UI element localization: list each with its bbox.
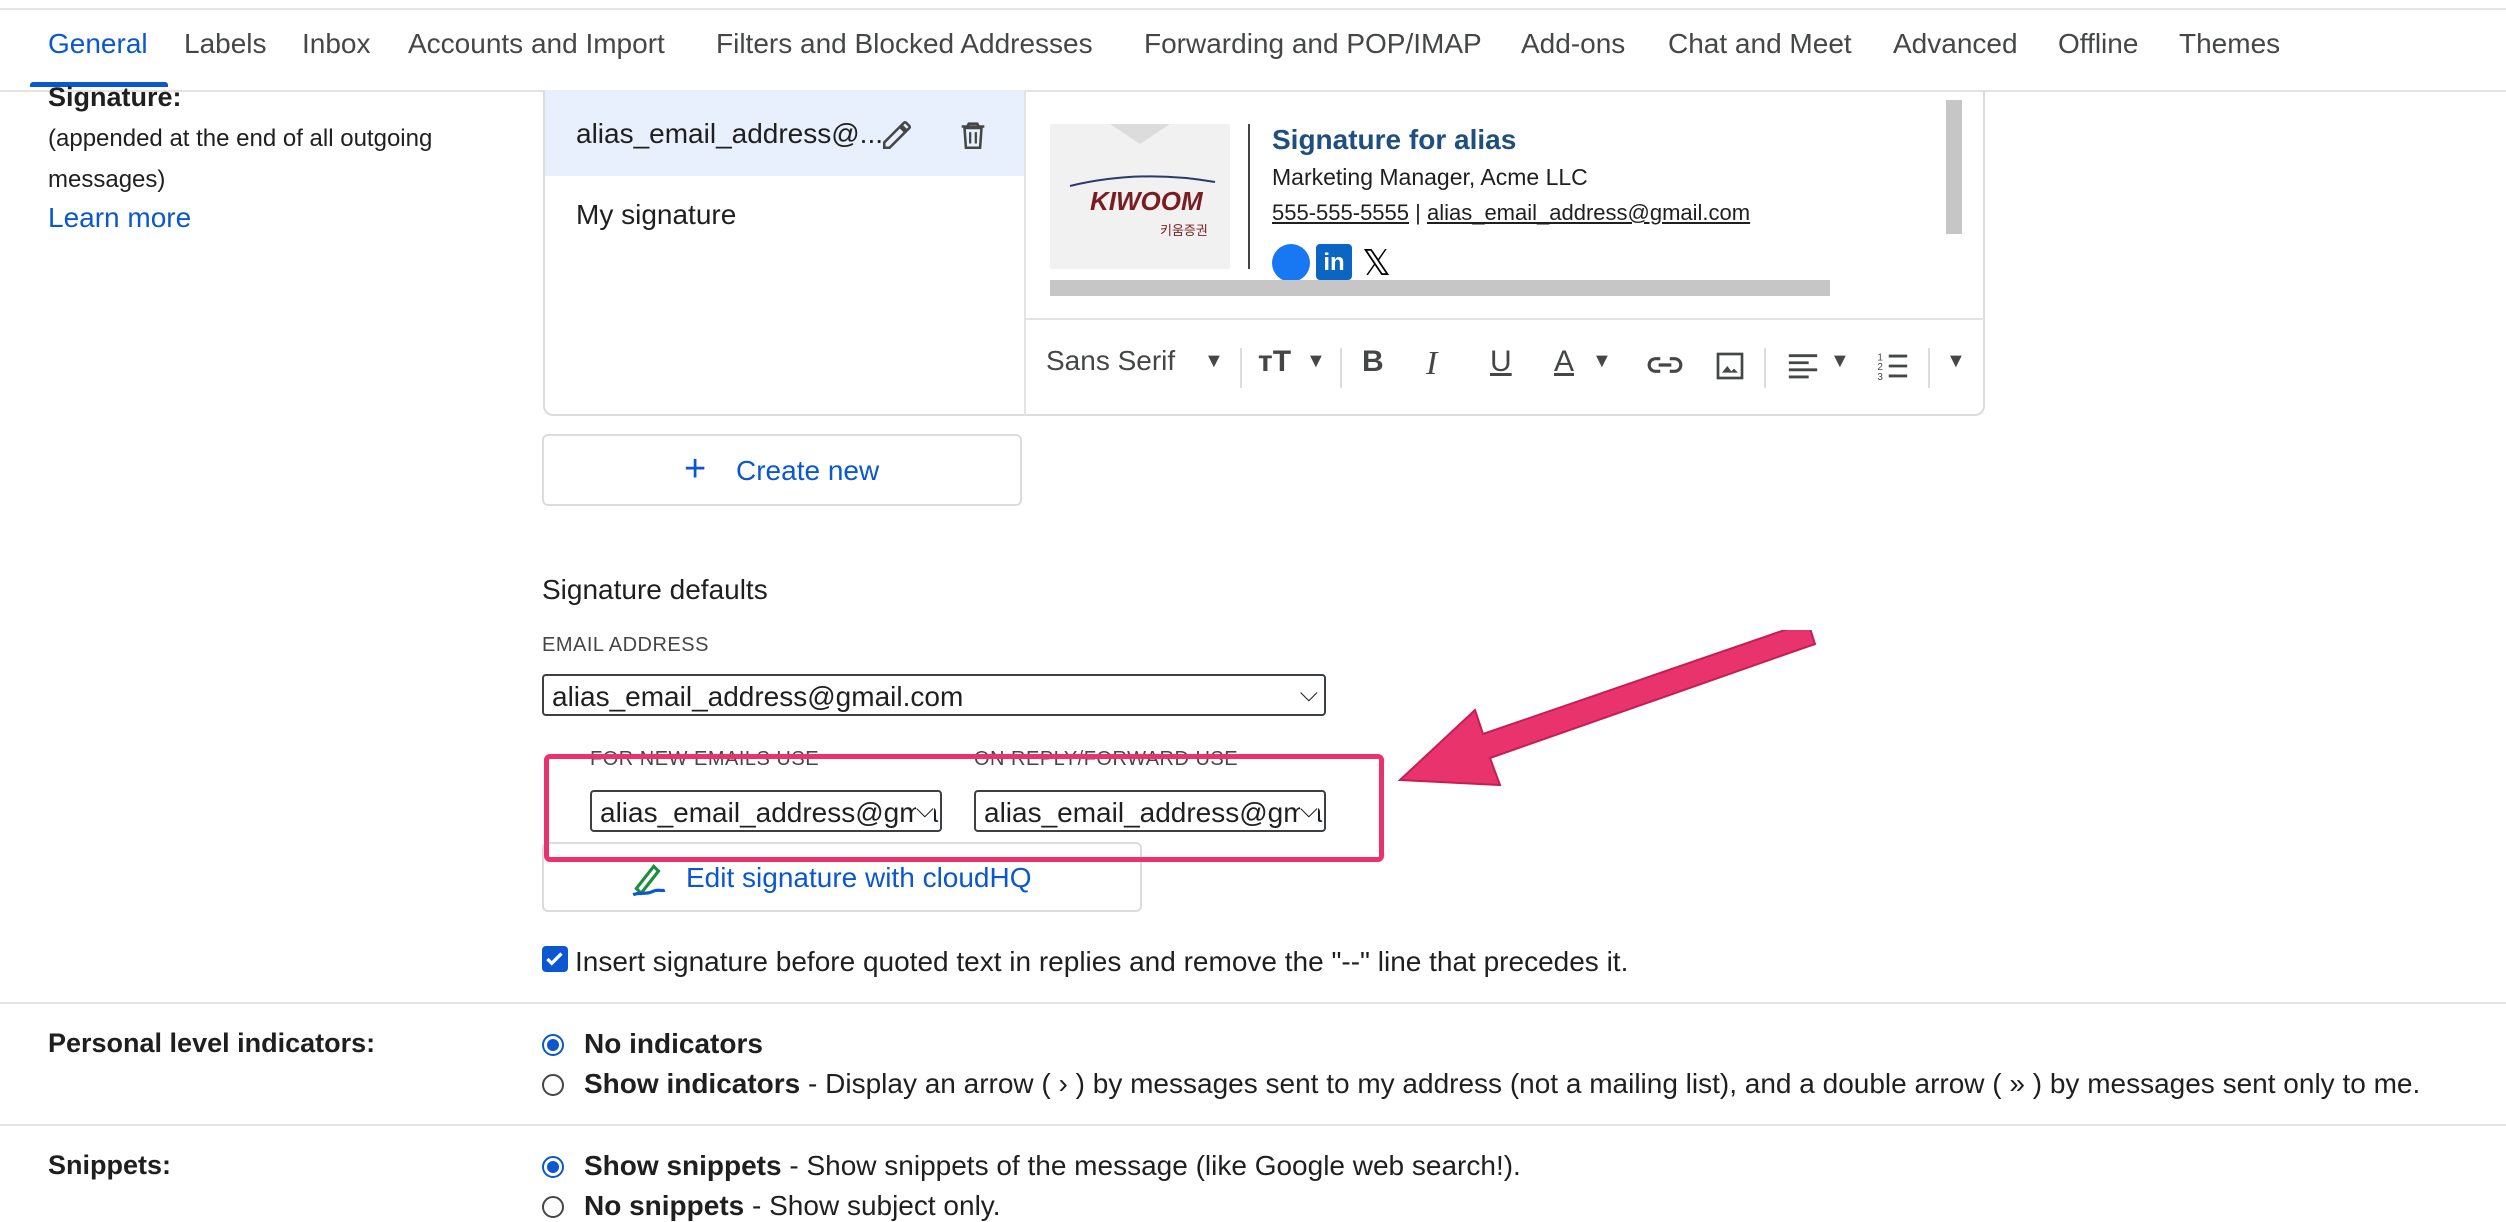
signature-label: Signature: xyxy=(48,82,182,112)
section-divider xyxy=(0,1124,2506,1126)
show-indicators-radio[interactable] xyxy=(542,1074,564,1096)
annotation-arrow-icon xyxy=(1397,630,1817,787)
settings-tabs: General Labels Inbox Accounts and Import… xyxy=(0,0,2506,92)
no-snippets-option: No snippets - Show subject only. xyxy=(584,1190,1001,1222)
chevron-down-icon: ⌵ xyxy=(1299,680,1318,707)
text-size-chevron-icon[interactable]: ▼ xyxy=(1306,350,1326,373)
signature-contact-separator: | xyxy=(1409,200,1427,225)
signature-email[interactable]: alias_email_address@gmail.com xyxy=(1427,200,1750,225)
signature-name: Signature for alias xyxy=(1272,124,1517,155)
no-snippets-description: - Show subject only. xyxy=(744,1190,1001,1221)
edit-pencil-icon[interactable] xyxy=(880,118,914,157)
signature-list-item-alias[interactable]: alias_email_address@... xyxy=(576,118,883,150)
toolbar-separator xyxy=(1928,348,1930,388)
email-address-select[interactable]: alias_email_address@gmail.com ⌵ xyxy=(542,674,1326,716)
email-address-select-value: alias_email_address@gmail.com xyxy=(552,681,964,712)
edit-signature-cloudhq-label: Edit signature with cloudHQ xyxy=(686,862,1032,893)
signature-sublabel-2: messages) xyxy=(48,166,166,193)
show-snippets-label: Show snippets xyxy=(584,1150,782,1181)
tab-chat-and-meet[interactable]: Chat and Meet xyxy=(1668,28,1852,60)
align-chevron-icon[interactable]: ▼ xyxy=(1830,350,1850,373)
insert-signature-label: Insert signature before quoted text in r… xyxy=(575,946,1629,977)
tab-inbox[interactable]: Inbox xyxy=(302,28,371,60)
numbered-list-icon[interactable]: 123 xyxy=(1876,350,1910,387)
toolbar-divider xyxy=(1026,318,1984,320)
plus-icon: + xyxy=(684,448,707,490)
signature-list-item-my-signature[interactable]: My signature xyxy=(576,199,736,231)
signature-sublabel-1: (appended at the end of all outgoing xyxy=(48,125,433,152)
font-family-select[interactable]: Sans Serif xyxy=(1046,345,1175,377)
no-snippets-label: No snippets xyxy=(584,1190,745,1221)
insert-image-icon[interactable] xyxy=(1714,350,1746,387)
signature-preview[interactable]: KIWOOM 키움증권 Signature for alias Marketin… xyxy=(1050,112,1962,297)
signature-defaults-heading: Signature defaults xyxy=(542,574,768,605)
annotation-highlight-box xyxy=(544,754,1384,862)
tab-add-ons[interactable]: Add-ons xyxy=(1521,28,1625,60)
bold-icon[interactable]: B xyxy=(1362,345,1384,379)
align-icon[interactable] xyxy=(1786,352,1820,387)
panel-vertical-divider xyxy=(1024,90,1026,416)
preview-horizontal-scrollbar[interactable] xyxy=(1050,280,1830,296)
italic-icon[interactable]: I xyxy=(1426,345,1437,383)
photo-text-small: 키움증권 xyxy=(1160,223,1208,238)
more-formatting-chevron-icon[interactable]: ▼ xyxy=(1946,350,1966,373)
font-dropdown-chevron-icon[interactable]: ▼ xyxy=(1204,350,1224,373)
create-new-label: Create new xyxy=(736,455,880,486)
signature-phone[interactable]: 555-555-5555 xyxy=(1272,200,1409,225)
preview-vertical-scrollbar[interactable] xyxy=(1946,100,1962,234)
show-snippets-radio[interactable] xyxy=(542,1156,564,1178)
tab-themes[interactable]: Themes xyxy=(2179,28,2280,60)
show-indicators-option: Show indicators - Display an arrow ( › )… xyxy=(584,1068,2420,1100)
show-snippets-description: - Show snippets of the message (like Goo… xyxy=(781,1150,1521,1181)
snippets-label: Snippets: xyxy=(48,1150,172,1180)
toolbar-separator xyxy=(1240,348,1242,388)
tab-labels[interactable]: Labels xyxy=(184,28,267,60)
no-snippets-radio[interactable] xyxy=(542,1196,564,1218)
personal-level-indicators-label: Personal level indicators: xyxy=(48,1028,376,1058)
toolbar-separator xyxy=(1340,348,1342,388)
show-indicators-description: - Display an arrow ( › ) by messages sen… xyxy=(800,1068,2421,1099)
linkedin-icon[interactable]: in xyxy=(1316,244,1352,280)
section-divider xyxy=(0,1002,2506,1004)
insert-signature-checkbox[interactable] xyxy=(542,946,568,972)
signature-contact-line: 555-555-5555 | alias_email_address@gmail… xyxy=(1272,200,1750,226)
no-indicators-radio[interactable] xyxy=(542,1034,564,1056)
text-color-chevron-icon[interactable]: ▼ xyxy=(1592,350,1612,373)
tab-offline[interactable]: Offline xyxy=(2058,28,2138,60)
signature-photo: KIWOOM 키움증권 xyxy=(1050,124,1230,269)
tab-accounts-and-import[interactable]: Accounts and Import xyxy=(408,28,665,60)
tab-advanced[interactable]: Advanced xyxy=(1893,28,2018,60)
learn-more-link[interactable]: Learn more xyxy=(48,202,191,234)
tab-filters-and-blocked-addresses[interactable]: Filters and Blocked Addresses xyxy=(716,28,1093,60)
facebook-icon[interactable] xyxy=(1272,244,1310,282)
email-address-caption: EMAIL ADDRESS xyxy=(542,634,709,656)
photo-text-main: KIWOOM xyxy=(1090,186,1203,216)
cloudhq-pen-icon xyxy=(630,860,668,903)
svg-text:3: 3 xyxy=(1877,372,1883,382)
create-new-button[interactable]: + Create new xyxy=(542,434,1022,506)
text-size-icon[interactable]: ᴛT xyxy=(1258,345,1291,379)
underline-icon[interactable]: U xyxy=(1490,345,1512,379)
show-snippets-option: Show snippets - Show snippets of the mes… xyxy=(584,1150,1521,1182)
no-indicators-label: No indicators xyxy=(584,1028,763,1059)
toolbar-separator xyxy=(1764,348,1766,388)
checkmark-icon xyxy=(546,952,563,966)
top-divider xyxy=(0,8,2506,10)
link-icon[interactable] xyxy=(1646,350,1684,385)
signature-title: Marketing Manager, Acme LLC xyxy=(1272,164,1588,190)
show-indicators-label: Show indicators xyxy=(584,1068,801,1099)
tab-forwarding-and-pop-imap[interactable]: Forwarding and POP/IMAP xyxy=(1144,28,1482,60)
delete-trash-icon[interactable] xyxy=(956,118,990,157)
preview-divider xyxy=(1248,124,1250,269)
tab-general[interactable]: General xyxy=(48,28,148,60)
text-color-icon[interactable]: A xyxy=(1554,345,1574,379)
x-twitter-icon[interactable]: 𝕏 xyxy=(1362,242,1391,284)
